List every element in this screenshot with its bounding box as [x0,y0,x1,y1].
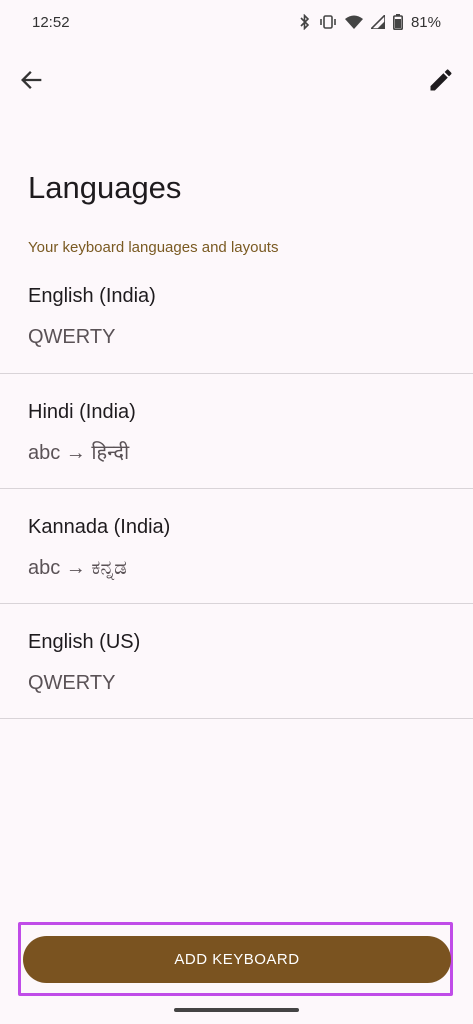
languages-screen: 12:52 81% Languages Your keyboard langua… [0,0,473,1024]
language-item-kannada-india[interactable]: Kannada (India) abc → ಕನ್ನಡ [0,489,473,604]
gesture-nav-handle[interactable] [174,1008,299,1012]
status-time: 12:52 [32,13,70,31]
language-item-english-india[interactable]: English (India) QWERTY [0,266,473,374]
signal-icon [370,15,385,29]
page-title: Languages [28,170,182,205]
language-list: English (India) QWERTY Hindi (India) abc… [0,266,473,719]
language-item-hindi-india[interactable]: Hindi (India) abc → हिन्दी [0,374,473,489]
language-item-english-us[interactable]: English (US) QWERTY [0,604,473,719]
toolbar [0,56,473,104]
section-header: Your keyboard languages and layouts [28,239,279,256]
status-icons: 81% [299,14,441,31]
vibrate-icon [319,14,337,30]
language-name: Hindi (India) [28,401,136,423]
language-layout: QWERTY [28,672,116,694]
pencil-icon [430,69,452,91]
language-layout: QWERTY [28,326,116,348]
bluetooth-icon [299,14,311,30]
language-layout: abc → ಕನ್ನಡ [28,557,127,579]
wifi-icon [344,15,363,29]
battery-percent: 81% [410,13,441,31]
language-name: Kannada (India) [28,516,171,538]
edit-button[interactable] [427,66,455,94]
language-name: English (India) [28,285,156,307]
status-bar: 12:52 81% [0,0,473,44]
language-name: English (US) [28,631,141,653]
back-button[interactable] [18,66,46,94]
add-keyboard-button[interactable]: ADD KEYBOARD [23,936,451,983]
battery-icon [392,14,403,30]
language-layout: abc → हिन्दी [28,442,130,464]
arrow-back-icon [21,71,42,89]
